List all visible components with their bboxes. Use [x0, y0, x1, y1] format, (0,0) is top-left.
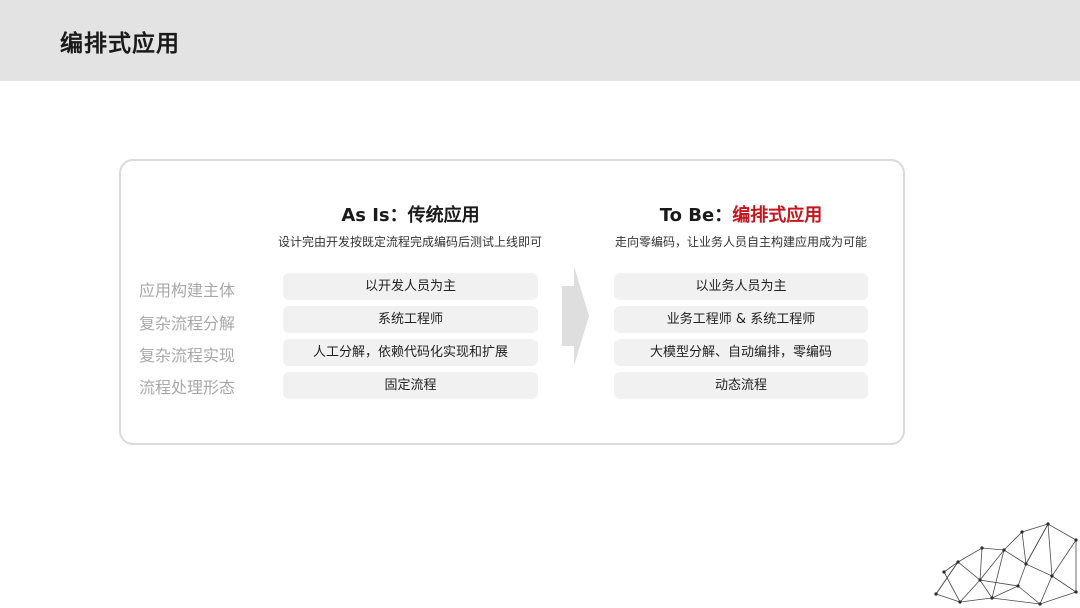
network-mesh-icon [934, 522, 1078, 606]
as-is-cell-process-form: 固定流程 [283, 372, 538, 399]
as-is-title: As Is：传统应用 [283, 201, 538, 227]
row-label-decomposition: 复杂流程分解 [139, 314, 236, 333]
to-be-cell-implementation: 大模型分解、自动编排，零编码 [614, 339, 868, 366]
as-is-title-name: 传统应用 [407, 205, 480, 226]
row-label-builder: 应用构建主体 [139, 281, 236, 300]
row-label-implementation: 复杂流程实现 [139, 346, 236, 365]
to-be-title: To Be：编排式应用 [614, 201, 868, 227]
to-be-subtitle: 走向零编码，让业务人员自主构建应用成为可能 [614, 235, 867, 249]
as-is-cell-implementation: 人工分解，依赖代码化实现和扩展 [283, 339, 538, 366]
as-is-subtitle: 设计完由开发按既定流程完成编码后测试上线即可 [277, 235, 542, 249]
to-be-title-name: 编排式应用 [732, 205, 823, 226]
to-be-cell-process-form: 动态流程 [614, 372, 868, 399]
row-label-process-form: 流程处理形态 [139, 378, 236, 397]
to-be-title-prefix: To Be： [659, 205, 733, 226]
as-is-title-prefix: As Is： [341, 205, 408, 226]
page-title: 编排式应用 [60, 31, 180, 57]
as-is-cell-builder: 以开发人员为主 [283, 273, 538, 300]
as-is-cell-decomposition: 系统工程师 [283, 306, 538, 333]
right-arrow-icon [562, 266, 589, 366]
to-be-cell-builder: 以业务人员为主 [614, 273, 868, 300]
to-be-cell-decomposition: 业务工程师 & 系统工程师 [614, 306, 868, 333]
